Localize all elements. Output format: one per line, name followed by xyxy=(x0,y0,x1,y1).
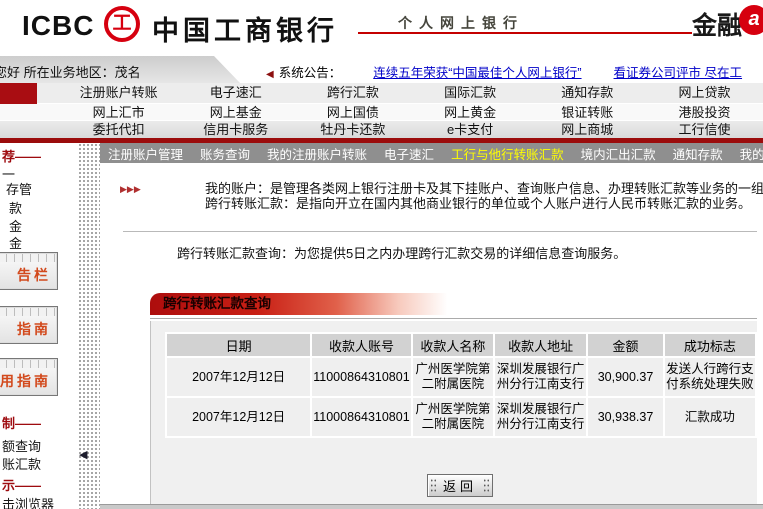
sidebar: 荐—— 一 存管 款 金 金 告栏 指南 用指南 制—— 额查询 账汇款 示——… xyxy=(0,143,78,509)
cell-amount: 30,938.37 xyxy=(588,398,663,436)
button-dots-right xyxy=(483,478,490,493)
announcement-link-best-bank[interactable]: 连续五年荣获“中国最佳个人网上银行” xyxy=(373,66,581,80)
menu-item-peony-repay[interactable]: 牡丹卡还款 xyxy=(294,121,411,138)
cell-status: 汇款成功 xyxy=(665,398,755,436)
subnav-item-my-clipped[interactable]: 我的 xyxy=(740,144,763,163)
menu-row-2: 网上汇市 网上基金 网上国债 网上黄金 银证转账 港股投资 xyxy=(0,104,763,121)
menu-item-credit-card[interactable]: 信用卡服务 xyxy=(177,121,294,138)
cell-payee-address: 深圳发展银行广州分行江南支行 xyxy=(495,398,586,436)
subnav-item-account-mgmt[interactable]: 注册账户管理 xyxy=(108,144,183,163)
cell-amount: 30,900.37 xyxy=(588,358,663,396)
back-button-label: 返回 xyxy=(439,476,481,495)
col-header-status: 成功标志 xyxy=(665,334,755,356)
sidebar-item-browser-tip: 击浏览器 xyxy=(2,494,54,509)
intro-line-1: 我的账户：是管理各类网上银行注册卡及其下挂账户、查询账户信息、办理转账汇款等业务… xyxy=(205,181,763,196)
top-strip: 您好 所在业务地区：茂名 ◀ 系统公告： 连续五年荣获“中国最佳个人网上银行” 看证券… xyxy=(0,56,763,83)
menu-item-bank-securities[interactable]: 银证转账 xyxy=(529,104,646,120)
header: ICBC 工 中国工商银行 个人网上银行 金融 a xyxy=(0,0,763,56)
panel-top-line xyxy=(150,318,757,319)
menu-row-1: 注册账户转账 电子速汇 跨行汇款 国际汇款 通知存款 网上贷款 xyxy=(0,83,763,104)
menu-item-online-loan[interactable]: 网上贷款 xyxy=(646,83,763,103)
sidebar-heading-recommend: 荐—— xyxy=(2,146,41,165)
col-header-payee-name: 收款人名称 xyxy=(413,334,493,356)
menu-item-forex[interactable]: 网上汇市 xyxy=(60,104,177,120)
sidebar-item-custody[interactable]: 存管 xyxy=(6,179,32,198)
sidebar-guide-button[interactable]: 指南 xyxy=(0,306,58,344)
table-row: 2007年12月12日 11000864310801 广州医学院第二附属医院 深… xyxy=(167,398,755,436)
collapse-arrow-icon[interactable]: ◀ xyxy=(79,448,87,461)
sidebar-heading-customize: 制—— xyxy=(2,413,41,432)
cell-payee-address: 深圳发展银行广州分行江南支行 xyxy=(495,358,586,396)
back-button[interactable]: 返回 xyxy=(427,474,493,497)
query-service-description: 跨行转账汇款查询：为您提供5日之内办理跨行汇款交易的详细信息查询服务。 xyxy=(177,243,626,262)
table-header-row: 日期 收款人账号 收款人名称 收款人地址 金额 成功标志 xyxy=(167,334,755,356)
menu-row-3: 委托代扣 信用卡服务 牡丹卡还款 e卡支付 网上商城 工行信使 xyxy=(0,121,763,138)
menu-item-notice-deposit[interactable]: 通知存款 xyxy=(529,83,646,103)
menu-item-register-transfer[interactable]: 注册账户转账 xyxy=(60,83,177,103)
speaker-icon: ◀ xyxy=(266,69,274,80)
table-row: 2007年12月12日 11000864310801 广州医学院第二附属医院 深… xyxy=(167,358,755,396)
col-header-amount: 金额 xyxy=(588,334,663,356)
panel-title-banner: 跨行转账汇款查询 xyxy=(150,293,460,315)
cell-payee-name: 广州医学院第二附属医院 xyxy=(413,398,493,436)
menu-item-gold[interactable]: 网上黄金 xyxy=(412,104,529,120)
sidebar-item-balance-query[interactable]: 额查询 xyxy=(2,436,41,455)
bank-name: 中国工商银行 xyxy=(152,9,338,48)
menu-item-e-remit[interactable]: 电子速汇 xyxy=(177,83,294,103)
menu-item-interbank-remit[interactable]: 跨行汇款 xyxy=(294,83,411,103)
cell-payee-name: 广州医学院第二附属医院 xyxy=(413,358,493,396)
subnav-item-outward-remit[interactable]: 境内汇出汇款 xyxy=(581,144,656,163)
menu-item-e-pay[interactable]: e卡支付 xyxy=(412,121,529,138)
icbc-logo-icon: 工 xyxy=(104,6,140,42)
header-red-rule xyxy=(358,32,692,34)
col-header-payee-address: 收款人地址 xyxy=(495,334,586,356)
divider-line xyxy=(123,231,757,232)
page-title: 个人网上银行 xyxy=(398,13,524,33)
subnav: 注册账户管理 账务查询 我的注册账户转账 电子速汇 工行与他行转账汇款 境内汇出… xyxy=(100,143,763,163)
sidebar-heading-tips: 示—— xyxy=(2,475,41,494)
breadcrumb-arrows-icon: ▶▶▶ xyxy=(120,184,141,195)
menu-item-intl-remit[interactable]: 国际汇款 xyxy=(412,83,529,103)
finance-home-logo: 金融 xyxy=(692,6,742,42)
announcement-label: 系统公告： xyxy=(279,66,342,80)
subnav-item-my-transfer[interactable]: 我的注册账户转账 xyxy=(267,144,367,163)
cell-status: 发送人行跨行支付系统处理失败 xyxy=(665,358,755,396)
subnav-item-notice-deposit[interactable]: 通知存款 xyxy=(673,144,723,163)
announcement-link-securities[interactable]: 看证券公司评市 尽在工 xyxy=(614,66,742,80)
sidebar-item-gold[interactable]: 金 xyxy=(9,233,22,252)
icbc-brand-text: ICBC xyxy=(22,10,94,42)
sidebar-bulletin-button[interactable]: 告栏 xyxy=(0,252,58,290)
menu-item-entrusted-debit[interactable]: 委托代扣 xyxy=(60,121,177,138)
menu-item-funds[interactable]: 网上基金 xyxy=(177,104,294,120)
menu-item-online-mall[interactable]: 网上商城 xyxy=(529,121,646,138)
greeting-text: 您好 所在业务地区：茂名 xyxy=(0,62,141,81)
sidebar-user-guide-button[interactable]: 用指南 xyxy=(0,358,58,396)
menu-red-block xyxy=(0,83,37,104)
col-header-payee-account: 收款人账号 xyxy=(312,334,410,356)
cell-date: 2007年12月12日 xyxy=(167,398,310,436)
finance-at-icon: a xyxy=(739,5,763,35)
button-dots-left xyxy=(430,478,437,493)
subnav-item-e-remit[interactable]: 电子速汇 xyxy=(384,144,434,163)
subnav-item-account-query[interactable]: 账务查询 xyxy=(200,144,250,163)
sidebar-item-transfer-remit[interactable]: 账汇款 xyxy=(2,454,41,473)
cell-payee-account: 11000864310801 xyxy=(312,398,410,436)
cell-payee-account: 11000864310801 xyxy=(312,358,410,396)
menu-item-hk-stocks[interactable]: 港股投资 xyxy=(646,104,763,120)
menu-item-treasury-bonds[interactable]: 网上国债 xyxy=(294,104,411,120)
announcement-bar: ◀ 系统公告： 连续五年荣获“中国最佳个人网上银行” 看证券公司评市 尽在工 xyxy=(266,62,763,80)
intro-line-2: 跨行转账汇款：是指向开立在国内其他商业银行的单位或个人账户进行人民币转账汇款的业… xyxy=(205,196,763,211)
interbank-remit-table: 日期 收款人账号 收款人名称 收款人地址 金额 成功标志 2007年12月12日… xyxy=(165,332,757,438)
col-header-date: 日期 xyxy=(167,334,310,356)
sidebar-item-deposit[interactable]: 款 xyxy=(9,198,22,217)
bottom-strip xyxy=(100,504,763,509)
subnav-item-interbank-transfer-active[interactable]: 工行与他行转账汇款 xyxy=(451,144,564,163)
product-menu: 注册账户转账 电子速汇 跨行汇款 国际汇款 通知存款 网上贷款 网上汇市 网上基… xyxy=(0,83,763,138)
icbc-personal-banking-page: ICBC 工 中国工商银行 个人网上银行 金融 a 您好 所在业务地区：茂名 ◀… xyxy=(0,0,763,509)
cell-date: 2007年12月12日 xyxy=(167,358,310,396)
menu-item-icbc-messenger[interactable]: 工行信使 xyxy=(646,121,763,138)
intro-text: 我的账户：是管理各类网上银行注册卡及其下挂账户、查询账户信息、办理转账汇款等业务… xyxy=(205,181,763,211)
main-frame: ▶▶▶ 我的账户：是管理各类网上银行注册卡及其下挂账户、查询账户信息、办理转账汇… xyxy=(100,163,763,509)
